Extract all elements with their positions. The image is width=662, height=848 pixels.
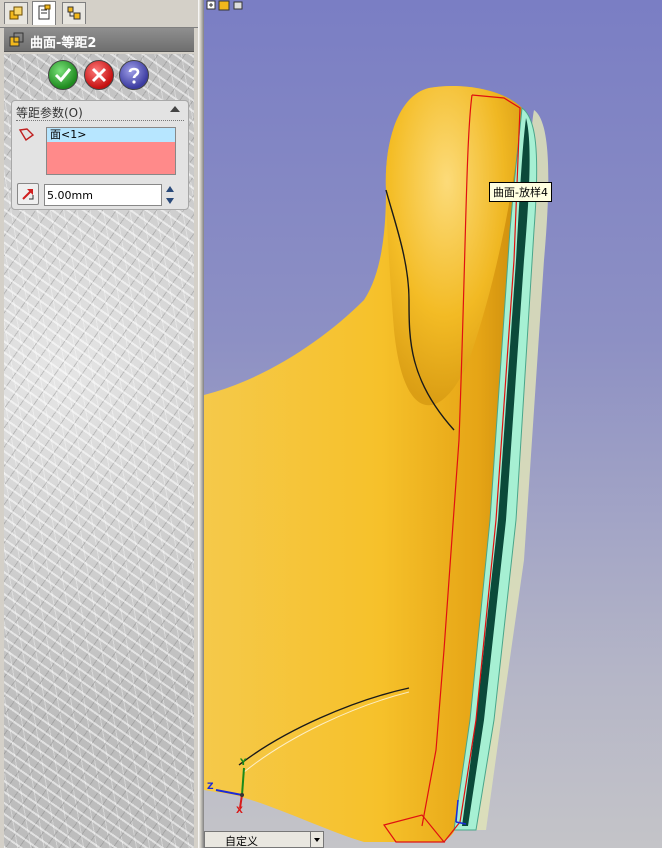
checkmark-icon bbox=[54, 68, 72, 83]
tab-configuration-manager[interactable] bbox=[62, 2, 86, 24]
configuration-icon bbox=[67, 6, 81, 20]
graphics-viewport[interactable]: 曲面-放样4 Y Z X 自定义 bbox=[204, 0, 662, 848]
tab-property-manager[interactable] bbox=[32, 1, 56, 25]
group-header: 等距参数(O) bbox=[16, 106, 83, 120]
face-selection-list[interactable]: 面<1> bbox=[46, 127, 176, 175]
view-orientation-value: 自定义 bbox=[225, 835, 258, 848]
help-button[interactable] bbox=[119, 60, 149, 90]
list-item[interactable]: 面<1> bbox=[47, 128, 175, 142]
ok-button[interactable] bbox=[48, 60, 78, 90]
question-icon bbox=[128, 67, 140, 84]
reverse-direction-button[interactable] bbox=[17, 183, 39, 205]
tab-feature-manager[interactable] bbox=[4, 2, 28, 24]
chevron-down-icon[interactable] bbox=[310, 832, 323, 847]
triad-y-label: Y bbox=[240, 758, 247, 768]
triad-z-label: Z bbox=[207, 782, 214, 792]
spin-down-arrow-icon[interactable] bbox=[166, 198, 174, 204]
group-divider bbox=[16, 120, 184, 121]
collapse-arrow-icon[interactable] bbox=[170, 106, 180, 112]
view-orientation-dropdown[interactable]: 自定义 bbox=[204, 831, 324, 848]
property-manager-panel: 曲面-等距2 等距参数(O) 面<1> bbox=[0, 0, 198, 848]
feature-tree-icon bbox=[9, 6, 23, 20]
page-title: 曲面-等距2 bbox=[30, 36, 97, 51]
triad-x-label: X bbox=[236, 806, 243, 816]
offset-surface-icon bbox=[9, 32, 24, 47]
distance-input[interactable] bbox=[44, 184, 162, 206]
property-manager-title-bar: 曲面-等距2 bbox=[4, 28, 194, 52]
model-view bbox=[204, 86, 549, 843]
close-icon bbox=[91, 67, 107, 83]
feature-tree-flyout[interactable] bbox=[206, 0, 256, 12]
face-selection-icon bbox=[18, 128, 35, 142]
spin-up-arrow-icon[interactable] bbox=[166, 186, 174, 192]
feature-tooltip: 曲面-放样4 bbox=[489, 182, 552, 202]
offset-parameters-group: 等距参数(O) 面<1> bbox=[11, 100, 189, 210]
cancel-button[interactable] bbox=[84, 60, 114, 90]
property-sheet-icon bbox=[38, 4, 51, 20]
reverse-direction-icon bbox=[22, 189, 34, 200]
manager-tab-strip bbox=[0, 0, 198, 28]
